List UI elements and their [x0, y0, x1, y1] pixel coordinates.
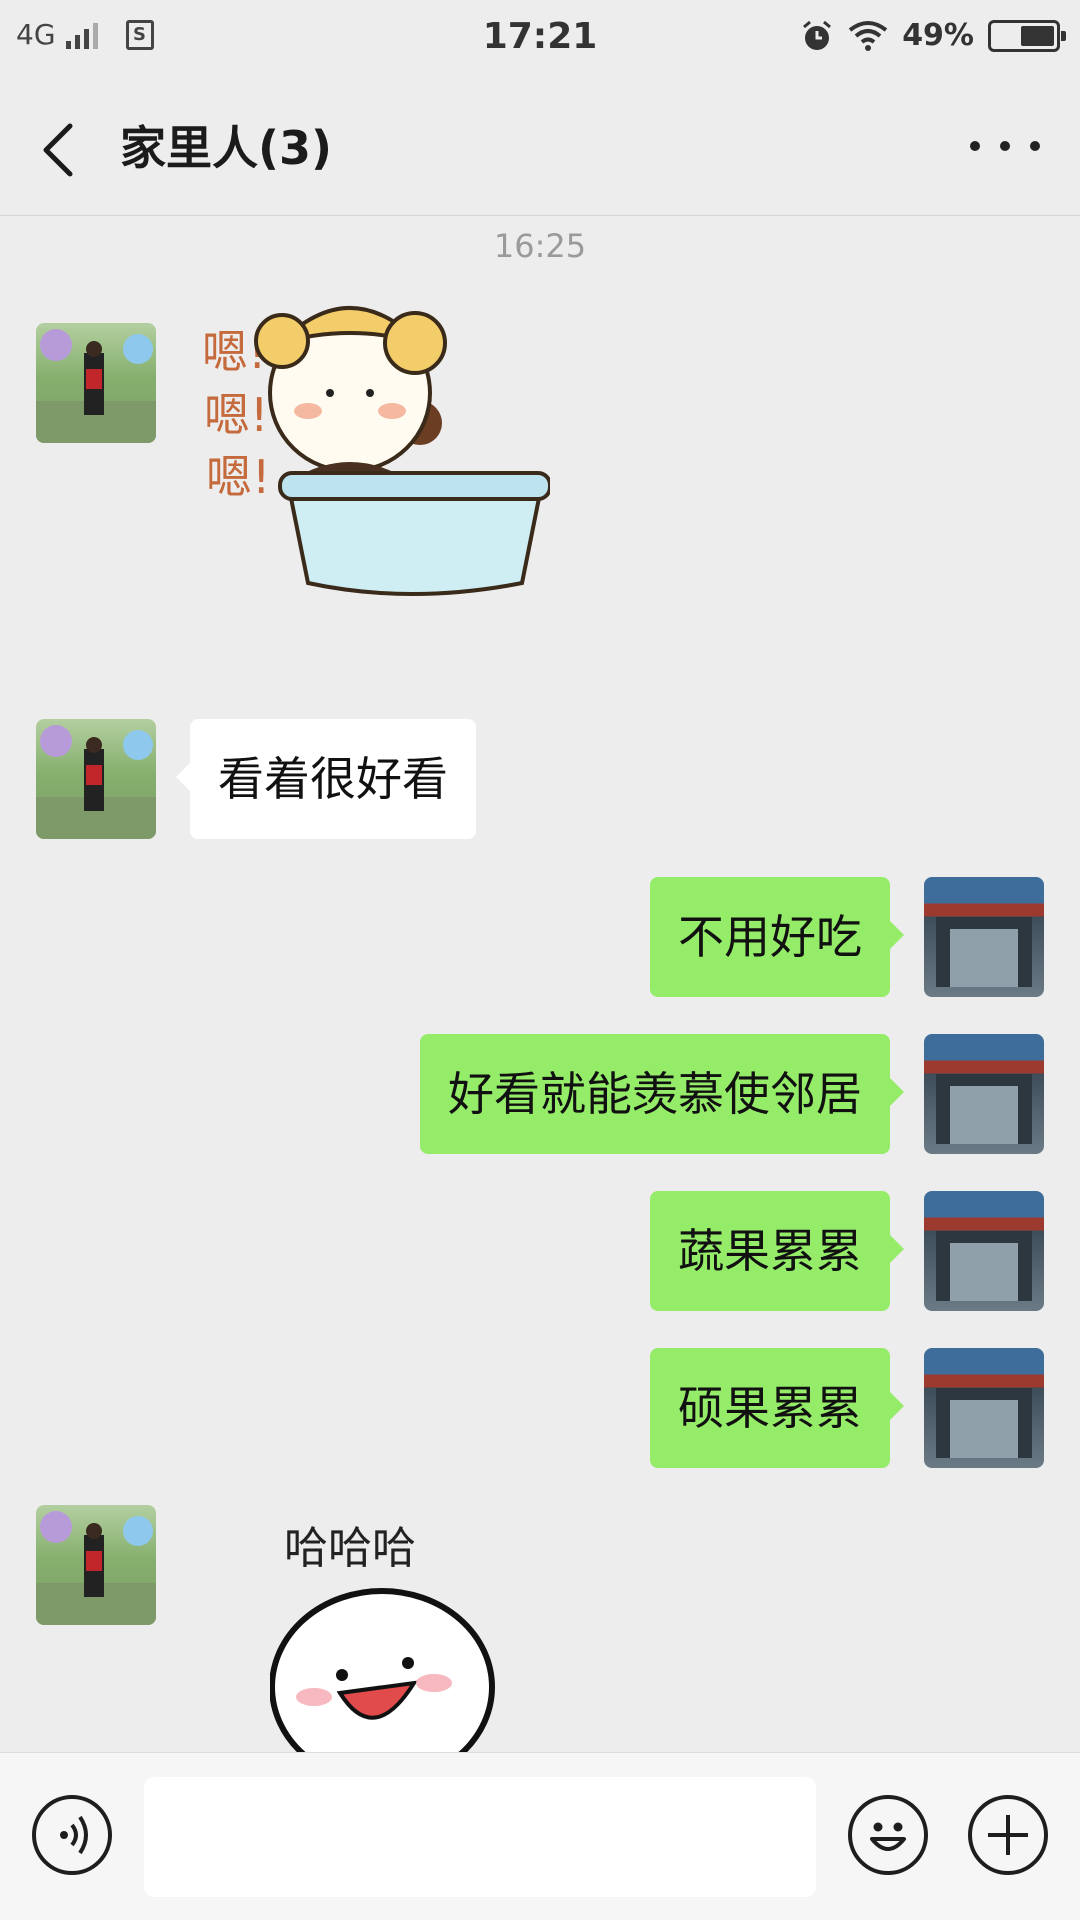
more-button[interactable]: [970, 128, 1040, 164]
emoji-button[interactable]: [848, 1795, 928, 1875]
sticker-message[interactable]: 哈哈哈: [269, 1497, 530, 1752]
avatar-photo: [936, 1388, 1032, 1458]
voice-button[interactable]: [32, 1795, 112, 1875]
message-bubble-incoming[interactable]: 看着很好看: [176, 719, 476, 839]
chat-header: 家里人(3): [0, 74, 1080, 216]
sticker-caption: 嗯!: [206, 450, 270, 504]
avatar[interactable]: [36, 1505, 156, 1625]
more-dots-icon: [970, 141, 980, 151]
sticker-caption: 嗯!: [204, 388, 268, 442]
status-bar: 4G S 17:21 49%: [0, 0, 1080, 74]
avatar-photo: [936, 1231, 1032, 1301]
message-bubble-outgoing[interactable]: 蔬果累累: [650, 1191, 904, 1311]
avatar-self[interactable]: [924, 1034, 1044, 1154]
avatar[interactable]: [36, 323, 156, 443]
more-dot: [1030, 141, 1040, 151]
laughing-blob-sticker: 哈哈哈: [269, 1523, 495, 1752]
status-right: 49%: [800, 18, 1066, 53]
message-list[interactable]: 16:25 嗯! 嗯! 嗯! 看着很好看 不用好吃 好看就能羡慕使邻居 蔬果累累…: [0, 217, 1080, 1752]
avatar-photo: [936, 1074, 1032, 1144]
sticker-caption: 哈哈哈: [284, 1523, 416, 1574]
avatar-photo: [36, 1511, 156, 1625]
avatar-photo: [36, 725, 156, 839]
avatar-photo: [936, 917, 1032, 987]
message-timestamp: 16:25: [493, 227, 587, 265]
message-bubble-outgoing[interactable]: 好看就能羡慕使邻居: [420, 1034, 904, 1154]
avatar-self[interactable]: [924, 1348, 1044, 1468]
input-bar: [0, 1752, 1080, 1920]
back-button[interactable]: [30, 106, 90, 186]
avatar[interactable]: [36, 719, 156, 839]
message-bubble-outgoing[interactable]: 不用好吃: [650, 877, 904, 997]
avatar-photo: [36, 329, 156, 443]
sticker-message[interactable]: 嗯! 嗯! 嗯!: [190, 283, 552, 603]
avatar-self[interactable]: [924, 877, 1044, 997]
more-functions-button[interactable]: [968, 1795, 1048, 1875]
wifi-icon: [848, 20, 888, 51]
avatar-self[interactable]: [924, 1191, 1044, 1311]
more-dot: [1000, 141, 1010, 151]
chat-title: 家里人(3): [120, 121, 333, 175]
emoji-icon: [870, 1822, 906, 1851]
battery-icon: [988, 19, 1066, 52]
voice-icon: [60, 1815, 88, 1855]
alarm-icon: [803, 20, 832, 50]
message-bubble-outgoing[interactable]: 硕果累累: [650, 1348, 904, 1468]
bear-in-tub-sticker: 嗯! 嗯! 嗯!: [202, 306, 552, 596]
chevron-left-icon: [43, 123, 73, 177]
battery-percent: 49%: [902, 18, 974, 53]
plus-icon: [988, 1815, 1028, 1855]
message-input[interactable]: [144, 1777, 816, 1897]
